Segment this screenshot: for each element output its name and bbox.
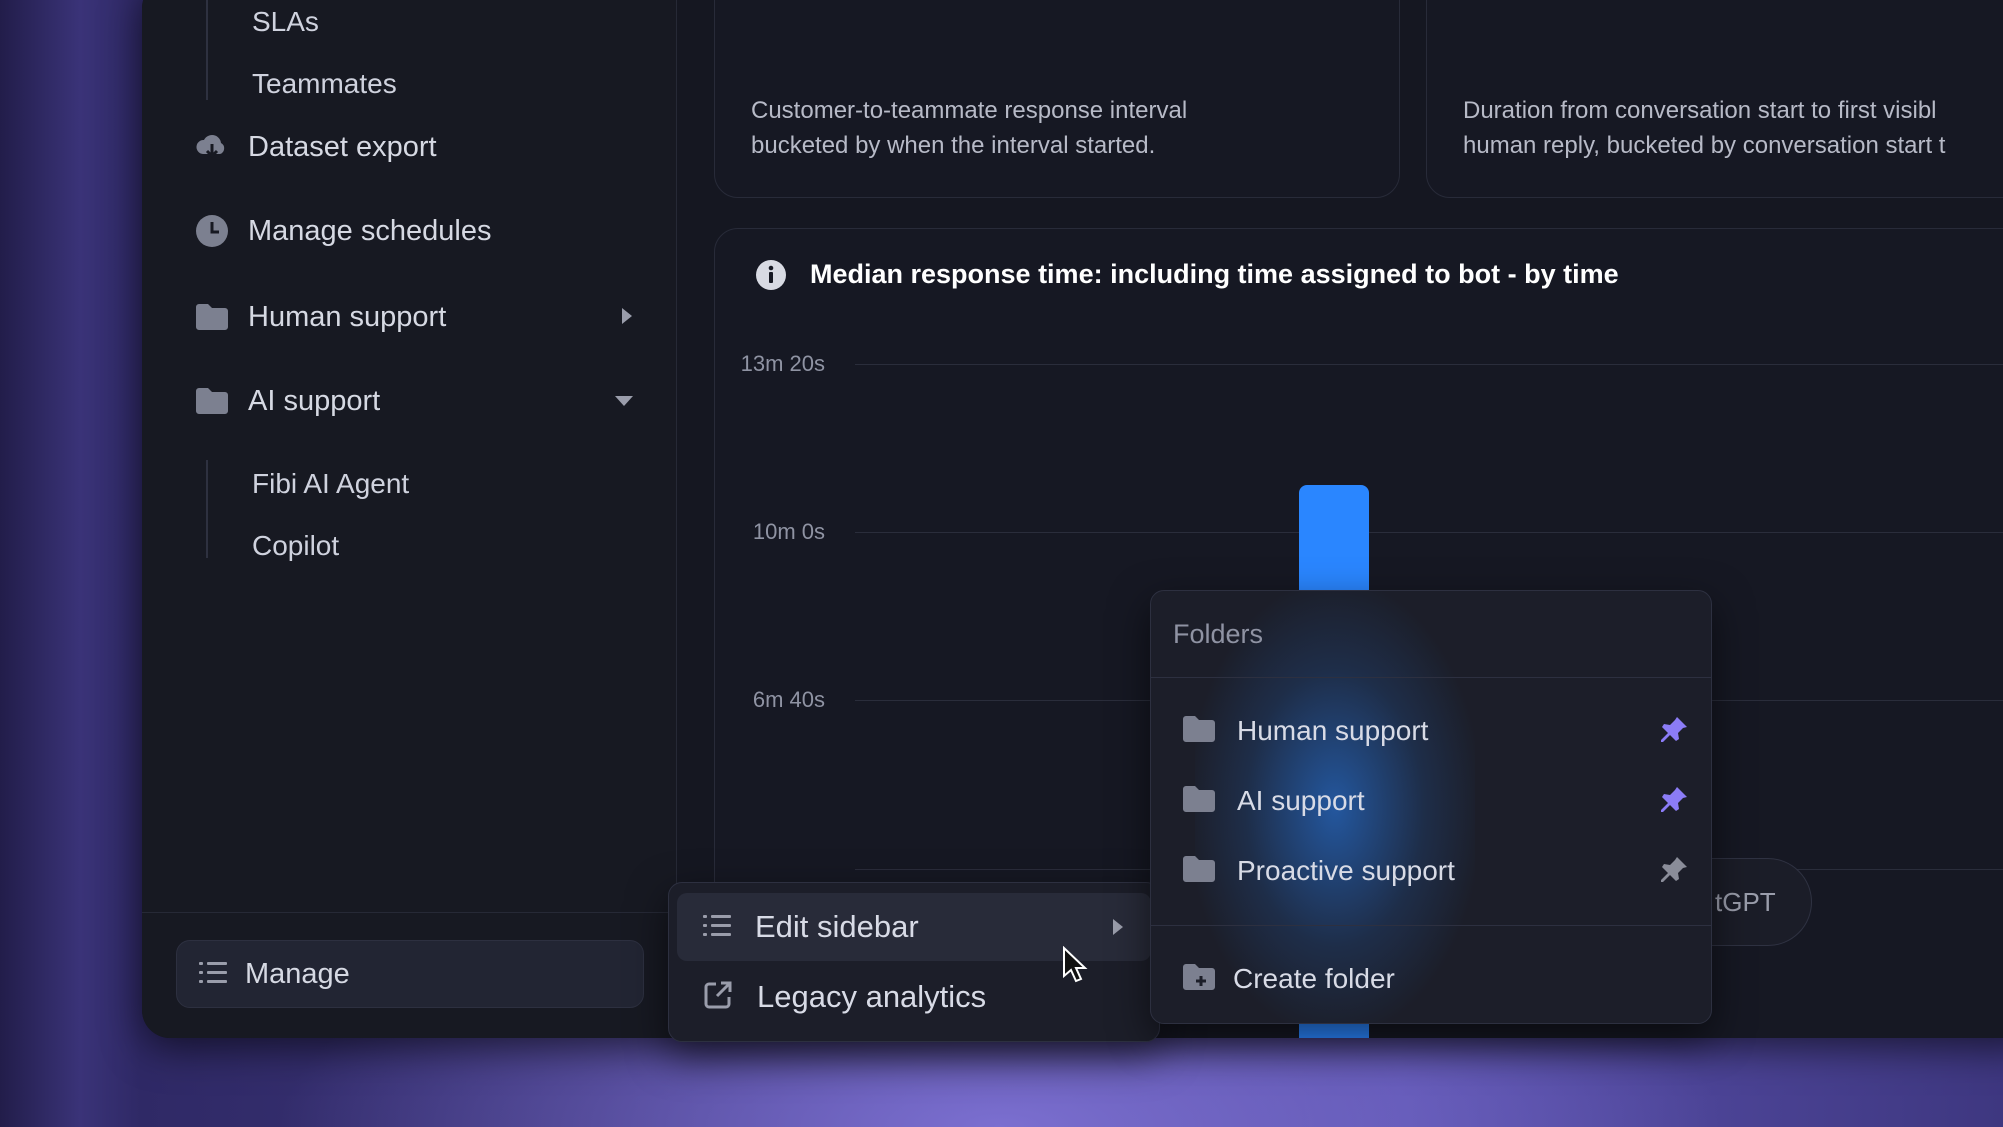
report-card-left[interactable]: Customer-to-teammate response interval b… xyxy=(714,0,1400,198)
folder-item-proactive-support[interactable]: Proactive support xyxy=(1181,843,1691,899)
y-tick-label: 13m 20s xyxy=(740,351,825,376)
card-description: Customer-to-teammate response interval b… xyxy=(751,93,1187,163)
sub-items-rule xyxy=(206,0,208,100)
list-icon xyxy=(199,960,227,989)
chevron-right-icon[interactable] xyxy=(620,306,634,331)
gridline xyxy=(855,532,2003,533)
gridline xyxy=(855,364,2003,365)
external-link-icon xyxy=(703,980,733,1015)
manage-button[interactable]: Manage xyxy=(176,940,644,1008)
pin-icon[interactable] xyxy=(1659,715,1689,750)
divider xyxy=(1151,677,1711,678)
report-card-right[interactable]: Duration from conversation start to firs… xyxy=(1426,0,2003,198)
menu-item-label: Edit sidebar xyxy=(755,909,919,944)
sidebar-item-label: AI support xyxy=(248,384,381,417)
sidebar-subitem-fibi-ai-agent[interactable]: Fibi AI Agent xyxy=(252,468,409,500)
cloud-download-icon xyxy=(194,129,230,165)
chevron-right-icon xyxy=(1111,917,1125,942)
card-description-line: bucketed by when the interval started. xyxy=(751,132,1156,159)
folder-icon xyxy=(1181,854,1217,889)
sidebar-subitem-slas[interactable]: SLAs xyxy=(252,6,319,38)
sidebar-item-label: Dataset export xyxy=(248,130,437,163)
card-description-line: Customer-to-teammate response interval xyxy=(751,97,1188,124)
sidebar-footer-divider xyxy=(142,912,676,913)
folder-icon xyxy=(194,383,230,419)
folder-item-human-support[interactable]: Human support xyxy=(1181,703,1691,759)
chart-title: Median response time: including time ass… xyxy=(810,259,1619,289)
manage-label: Manage xyxy=(245,957,350,990)
card-description: Duration from conversation start to firs… xyxy=(1463,93,1945,163)
folder-plus-icon xyxy=(1181,962,1217,997)
divider xyxy=(1151,925,1711,926)
sidebar: SLAs Teammates Dataset export Manage sch… xyxy=(142,0,677,1038)
sidebar-subitem-copilot[interactable]: Copilot xyxy=(252,530,339,562)
menu-item-label: Legacy analytics xyxy=(757,979,987,1014)
folder-label: Proactive support xyxy=(1237,855,1455,886)
chevron-down-icon[interactable] xyxy=(614,394,634,413)
folder-icon xyxy=(1181,714,1217,749)
create-folder-button[interactable]: Create folder xyxy=(1181,951,1691,1007)
create-folder-label: Create folder xyxy=(1233,963,1395,994)
list-icon xyxy=(703,913,731,942)
sub-items-rule xyxy=(206,460,208,558)
sidebar-item-manage-schedules[interactable]: Manage schedules xyxy=(194,206,634,256)
folders-header: Folders xyxy=(1173,619,1264,649)
folder-icon xyxy=(194,299,230,335)
folder-label: Human support xyxy=(1237,715,1429,746)
card-description-line: human reply, bucketed by conversation st… xyxy=(1463,132,1946,159)
sidebar-item-ai-support[interactable]: AI support xyxy=(194,376,634,426)
sidebar-item-label: Manage schedules xyxy=(248,214,492,247)
y-tick-label: 10m 0s xyxy=(752,519,825,544)
folder-label: AI support xyxy=(1237,785,1365,816)
pin-icon[interactable] xyxy=(1659,785,1689,820)
y-tick-label: 6m 40s xyxy=(752,687,825,712)
sidebar-item-human-support[interactable]: Human support xyxy=(194,292,634,342)
folder-item-ai-support[interactable]: AI support xyxy=(1181,773,1691,829)
clock-icon xyxy=(194,213,230,249)
chatgpt-button-label: tGPT xyxy=(1715,886,1776,917)
sidebar-subitem-teammates[interactable]: Teammates xyxy=(252,68,397,100)
info-icon[interactable] xyxy=(755,259,787,296)
mouse-cursor-icon xyxy=(1062,945,1088,989)
folder-icon xyxy=(1181,784,1217,819)
card-description-line: Duration from conversation start to firs… xyxy=(1463,97,1937,124)
pin-icon[interactable] xyxy=(1659,855,1689,890)
sidebar-item-label: Human support xyxy=(248,300,447,333)
folders-submenu: Folders Human support AI support Proacti… xyxy=(1150,590,1712,1024)
sidebar-item-dataset-export[interactable]: Dataset export xyxy=(194,122,634,172)
